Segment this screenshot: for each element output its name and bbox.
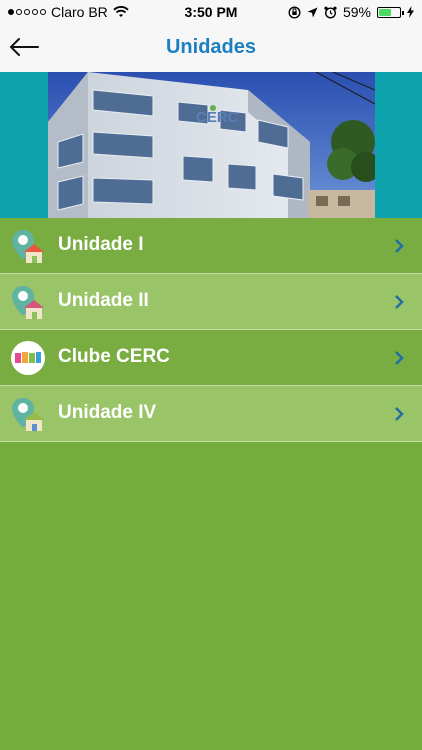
unit-label: Unidade I (58, 234, 144, 255)
alarm-icon (324, 6, 337, 19)
chevron-right-icon (395, 351, 404, 365)
battery-percent: 59% (342, 4, 371, 20)
unit-label: Unidade II (58, 290, 149, 311)
status-bar: Claro BR 3:50 PM 59% (0, 0, 422, 24)
map-pin-house-icon (12, 230, 44, 263)
building-photo: CERC (48, 72, 375, 218)
unit-label: Unidade IV (58, 402, 157, 423)
list-item-unidade-iv[interactable]: Unidade IV (0, 386, 422, 442)
map-pin-house-icon (12, 398, 44, 431)
map-pin-house-icon (12, 286, 44, 319)
unit-label: Clube CERC (58, 346, 170, 367)
battery-icon (377, 6, 404, 18)
building-sign: CERC (196, 109, 239, 126)
chevron-right-icon (395, 407, 404, 421)
chevron-right-icon (395, 239, 404, 253)
chevron-right-icon (395, 295, 404, 309)
navigation-bar: Unidades (0, 24, 422, 73)
clube-logo-icon (11, 341, 45, 375)
list-item-unidade-i[interactable]: Unidade I (0, 218, 422, 274)
list-item-unidade-ii[interactable]: Unidade II (0, 274, 422, 330)
charging-bolt-icon (407, 6, 414, 18)
rotation-lock-icon (288, 5, 301, 19)
units-list: Unidade I Unidade II Clube CERC Unidade … (0, 218, 422, 442)
location-arrow-icon (307, 7, 318, 17)
status-right: 59% (288, 4, 414, 20)
banner: CERC (0, 72, 422, 218)
page-title: Unidades (165, 36, 257, 58)
list-item-clube-cerc[interactable]: Clube CERC (0, 330, 422, 386)
